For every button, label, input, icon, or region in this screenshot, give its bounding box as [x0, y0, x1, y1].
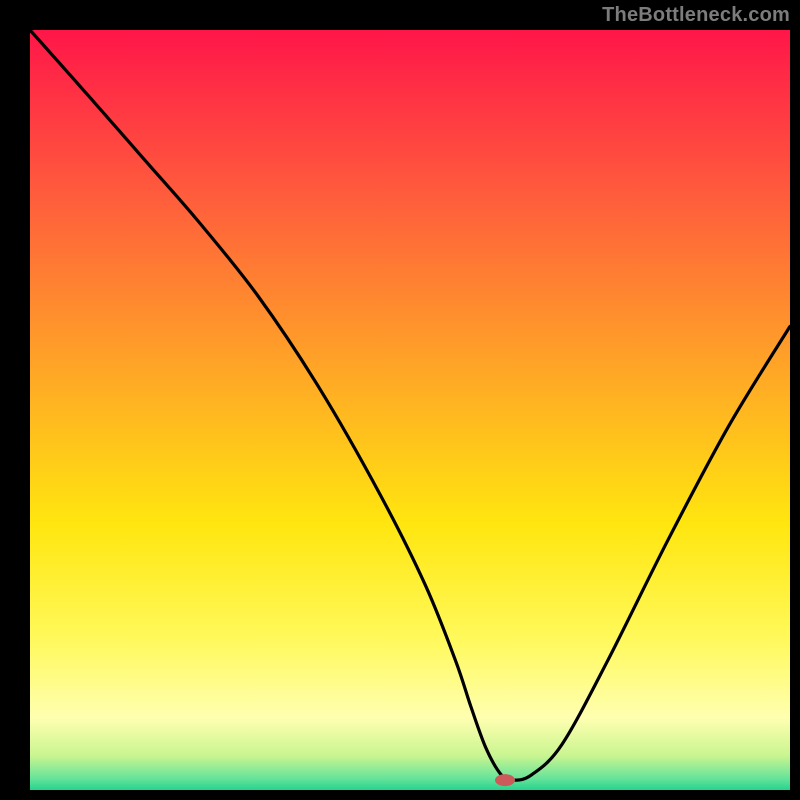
minimum-marker: [495, 774, 515, 786]
chart-frame: TheBottleneck.com: [0, 0, 800, 800]
gradient-background: [30, 30, 790, 790]
bottleneck-chart: [0, 0, 800, 800]
